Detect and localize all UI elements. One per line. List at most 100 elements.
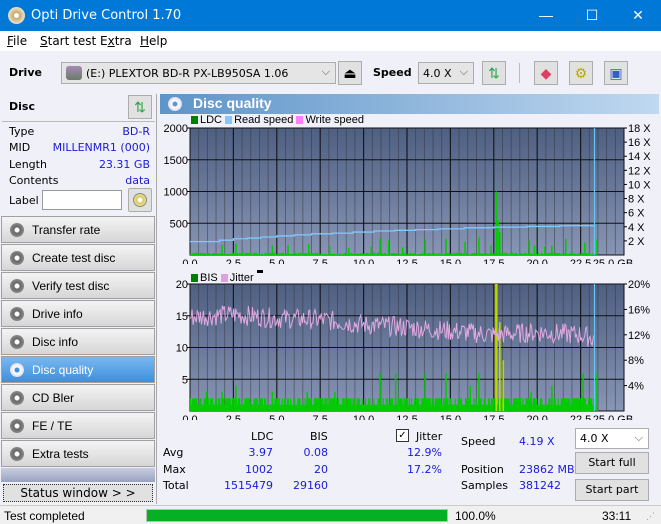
ldc-bar xyxy=(475,253,477,255)
y2-tick-label: 12% xyxy=(628,330,650,342)
ldc-bar xyxy=(569,253,571,255)
jitter-checkbox[interactable]: ✓ xyxy=(396,429,409,442)
ldc-bar xyxy=(450,254,452,255)
disc-label-button[interactable] xyxy=(128,188,152,212)
nav-create-test-disc[interactable]: Create test disc xyxy=(1,244,155,271)
menu-extra[interactable]: Extra xyxy=(100,34,132,48)
erase-button[interactable]: ◆ xyxy=(534,61,558,85)
nav-disc-quality[interactable]: Disc quality xyxy=(1,356,155,383)
nav-drive-info[interactable]: Drive info xyxy=(1,300,155,327)
menu-help[interactable]: Help xyxy=(140,34,167,48)
nav-disc-info[interactable]: Disc info xyxy=(1,328,155,355)
ldc-bar xyxy=(574,253,576,255)
resize-grip-icon[interactable]: ⋰ xyxy=(646,511,655,522)
bis-bar xyxy=(417,398,419,411)
start-full-button[interactable]: Start full xyxy=(575,452,649,474)
nav-extra-tests[interactable]: Extra tests xyxy=(1,440,155,467)
bis-bar xyxy=(398,398,400,411)
bis-bar xyxy=(524,404,526,411)
menu-start-test[interactable]: Start test xyxy=(40,34,96,48)
disc-length-label: Length xyxy=(9,158,47,171)
ldc-bar xyxy=(295,252,297,255)
bis-bar xyxy=(512,398,515,411)
minimize-button[interactable]: — xyxy=(523,0,569,31)
bis-bar xyxy=(349,398,351,411)
ldc-bar xyxy=(449,253,451,255)
close-button[interactable]: ✕ xyxy=(615,0,661,31)
ldc-bar xyxy=(468,254,470,255)
status-window-button[interactable]: Status window > > xyxy=(3,484,153,502)
nav-verify-test-disc[interactable]: Verify test disc xyxy=(1,272,155,299)
bis-bar xyxy=(279,404,281,411)
ldc-bar xyxy=(571,252,573,255)
ldc-bar xyxy=(264,252,267,255)
x-tick-label: 10.0 xyxy=(353,414,374,420)
bis-bar xyxy=(463,404,466,411)
bis-bar xyxy=(564,398,567,411)
nav-label: Extra tests xyxy=(32,447,89,461)
bis-bar xyxy=(224,404,226,411)
test-speed-select[interactable]: 4.0 X ⌵ xyxy=(575,428,649,449)
bis-bar xyxy=(297,398,299,411)
bis-bar xyxy=(304,398,306,411)
nav-cd-bler[interactable]: CD Bler xyxy=(1,384,155,411)
bis-bar xyxy=(323,404,325,411)
ldc-bar xyxy=(484,254,486,255)
nav-transfer-rate[interactable]: Transfer rate xyxy=(1,216,155,243)
bis-bar xyxy=(449,398,451,411)
ldc-bar xyxy=(238,253,241,255)
y2-tick-label: 10 X xyxy=(628,179,651,191)
ldc-bar xyxy=(494,253,496,255)
ldc-bar xyxy=(376,253,378,255)
ldc-bar xyxy=(231,252,233,255)
settings-button[interactable]: ⚙ xyxy=(569,61,593,85)
ldc-spike xyxy=(497,220,499,255)
bis-bar xyxy=(439,398,442,411)
bis-bar xyxy=(443,398,445,411)
maximize-button[interactable]: ☐ xyxy=(569,0,615,31)
eject-button[interactable]: ⏏ xyxy=(338,61,362,85)
bis-bar xyxy=(281,398,283,411)
menu-file[interactable]: File xyxy=(7,34,27,48)
y2-tick-label: 2 X xyxy=(628,236,645,248)
bis-bar xyxy=(203,398,205,411)
ldc-bar xyxy=(338,253,341,255)
ldc-bar xyxy=(228,254,230,255)
bis-bar xyxy=(592,404,594,411)
save-button[interactable]: ▣ xyxy=(604,61,628,85)
bis-bar xyxy=(504,398,506,411)
bis-bar xyxy=(486,404,489,411)
bis-bar xyxy=(573,398,575,411)
bis-bar xyxy=(324,398,326,411)
ldc-bar xyxy=(333,253,335,255)
bis-bar xyxy=(393,404,395,411)
bis-bar xyxy=(213,404,216,411)
ldc-bar xyxy=(542,253,544,255)
ldc-bar xyxy=(260,254,263,255)
nav-fe-te[interactable]: FE / TE xyxy=(1,412,155,439)
menu-label: ile xyxy=(13,34,28,48)
bis-bar xyxy=(501,398,503,411)
bis-bar xyxy=(388,404,391,411)
ldc-bar xyxy=(313,253,316,255)
drive-select[interactable]: (E:) PLEXTOR BD-R PX-LB950SA 1.06 ⌵ xyxy=(61,62,336,84)
disc-refresh-button[interactable]: ⇅ xyxy=(128,95,152,119)
bis-bar xyxy=(191,404,193,411)
ldc-bar xyxy=(403,252,405,255)
stats-max-jitter: 17.2% xyxy=(407,463,442,476)
start-part-button[interactable]: Start part xyxy=(575,479,649,501)
bis-bar xyxy=(233,398,235,411)
speed-select[interactable]: 4.0 X ⌵ xyxy=(418,62,474,84)
bis-bar xyxy=(492,398,494,411)
refresh-button[interactable]: ⇅ xyxy=(482,61,506,85)
ldc-bar xyxy=(473,253,475,255)
ldc-bar xyxy=(214,252,217,255)
ldc-bar xyxy=(330,253,332,255)
position-value: 23862 MB xyxy=(519,463,575,476)
disc-label-input[interactable] xyxy=(42,190,122,210)
bis-spike xyxy=(469,385,472,411)
ldc-bar xyxy=(524,252,526,255)
ldc-bar xyxy=(413,253,416,255)
x-tick-label: 12.5 xyxy=(396,414,417,420)
bis-bar xyxy=(402,404,404,411)
